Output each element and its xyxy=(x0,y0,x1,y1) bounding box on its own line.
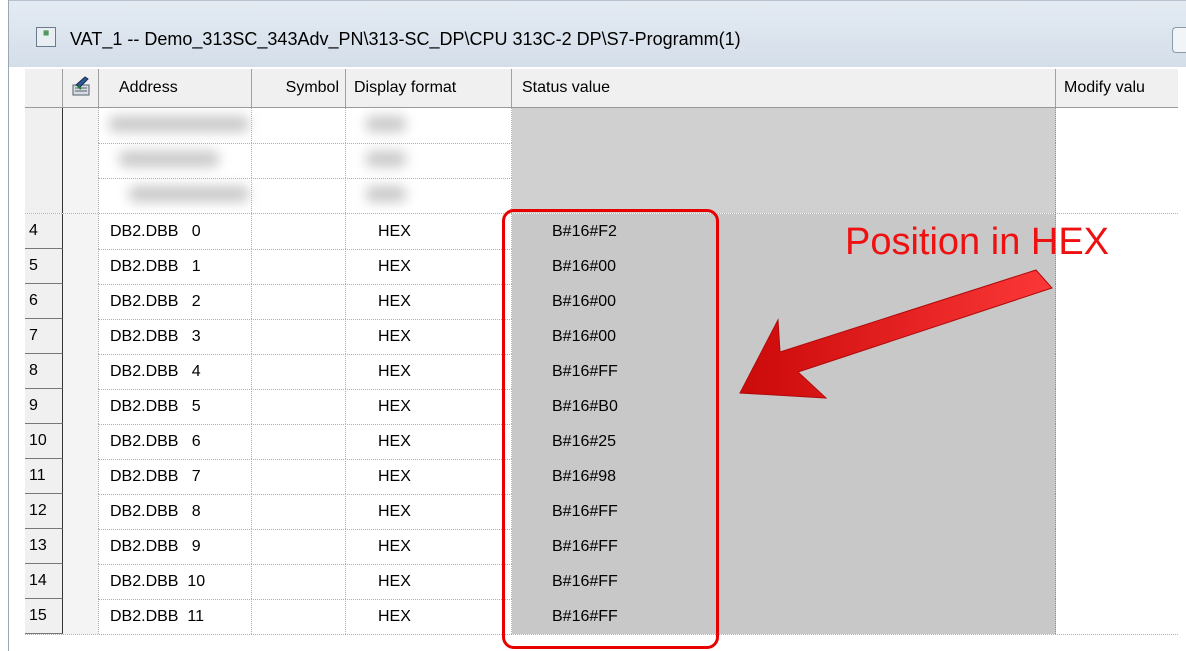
modify-value-cell[interactable] xyxy=(1056,319,1178,354)
modify-column-icon xyxy=(72,76,90,96)
display-format-cell[interactable]: HEX xyxy=(346,424,512,459)
modify-value-cell[interactable] xyxy=(1056,529,1178,564)
symbol-cell[interactable] xyxy=(252,459,346,494)
address-cell[interactable]: DB2.DBB 11 xyxy=(99,599,252,634)
row-modify-flag[interactable] xyxy=(63,564,99,599)
row-index[interactable]: 5 xyxy=(25,249,63,284)
symbol-cell[interactable] xyxy=(252,494,346,529)
symbol-cell[interactable] xyxy=(252,599,346,634)
address-cell[interactable]: DB2.DBB 6 xyxy=(99,424,252,459)
table-header: Address Symbol Display format Status val… xyxy=(25,69,1178,108)
address-cell[interactable]: DB2.DBB 4 xyxy=(99,354,252,389)
address-cell[interactable]: DB2.DBB 7 xyxy=(99,459,252,494)
modify-value-cell[interactable] xyxy=(1056,354,1178,389)
row-modify-flag[interactable] xyxy=(63,494,99,529)
annotation-label: Position in HEX xyxy=(845,221,1110,263)
symbol-cell[interactable] xyxy=(252,389,346,424)
row-modify-flag[interactable] xyxy=(63,354,99,389)
display-format-cell[interactable]: HEX xyxy=(346,389,512,424)
row-modify-flag[interactable] xyxy=(63,284,99,319)
symbol-cell[interactable] xyxy=(252,319,346,354)
table-row-blurred[interactable] xyxy=(25,108,1178,144)
row-modify-flag[interactable] xyxy=(63,599,99,634)
status-value-column-header[interactable]: Status value xyxy=(512,69,1056,107)
address-cell[interactable]: DB2.DBB 3 xyxy=(99,319,252,354)
address-column-header[interactable]: Address xyxy=(99,69,252,107)
row-index[interactable]: 10 xyxy=(25,424,63,459)
window-titlebar[interactable]: ▦ VAT_1 -- Demo_313SC_343Adv_PN\313-SC_D… xyxy=(9,0,1186,67)
address-cell[interactable]: DB2.DBB 5 xyxy=(99,389,252,424)
symbol-cell[interactable] xyxy=(252,354,346,389)
address-cell[interactable]: DB2.DBB 0 xyxy=(99,214,252,249)
row-index[interactable]: 15 xyxy=(25,599,63,634)
display-format-column-header[interactable]: Display format xyxy=(346,69,512,107)
modify-value-cell[interactable] xyxy=(1056,284,1178,319)
row-modify-flag[interactable] xyxy=(63,214,99,249)
modify-value-cell[interactable] xyxy=(1056,459,1178,494)
row-modify-flag[interactable] xyxy=(63,424,99,459)
row-modify-flag[interactable] xyxy=(63,389,99,424)
display-format-cell[interactable]: HEX xyxy=(346,354,512,389)
row-modify-flag[interactable] xyxy=(63,249,99,284)
modify-column-header[interactable] xyxy=(63,69,99,107)
row-index[interactable]: 12 xyxy=(25,494,63,529)
modify-value-cell[interactable] xyxy=(1056,599,1178,634)
row-index[interactable]: 13 xyxy=(25,529,63,564)
modify-value-cell[interactable] xyxy=(1056,389,1178,424)
modify-value-cell[interactable] xyxy=(1056,424,1178,459)
symbol-cell[interactable] xyxy=(252,529,346,564)
row-index[interactable]: 8 xyxy=(25,354,63,389)
vat-table-icon: ▦ xyxy=(36,27,56,47)
symbol-cell[interactable] xyxy=(252,284,346,319)
window-control-button[interactable] xyxy=(1172,27,1186,53)
row-index[interactable]: 11 xyxy=(25,459,63,494)
address-cell[interactable]: DB2.DBB 9 xyxy=(99,529,252,564)
display-format-cell[interactable]: HEX xyxy=(346,319,512,354)
display-format-cell[interactable]: HEX xyxy=(346,249,512,284)
address-cell[interactable]: DB2.DBB 1 xyxy=(99,249,252,284)
table-row-blurred[interactable] xyxy=(25,143,1178,179)
symbol-cell[interactable] xyxy=(252,564,346,599)
symbol-column-header[interactable]: Symbol xyxy=(252,69,346,107)
modify-value-column-header[interactable]: Modify valu xyxy=(1056,69,1178,107)
address-cell[interactable]: DB2.DBB 2 xyxy=(99,284,252,319)
symbol-cell[interactable] xyxy=(252,424,346,459)
row-index[interactable]: 7 xyxy=(25,319,63,354)
row-modify-flag[interactable] xyxy=(63,529,99,564)
row-modify-flag[interactable] xyxy=(63,459,99,494)
address-cell[interactable]: DB2.DBB 8 xyxy=(99,494,252,529)
display-format-cell[interactable]: HEX xyxy=(346,284,512,319)
modify-value-cell[interactable] xyxy=(1056,564,1178,599)
modify-value-cell[interactable] xyxy=(1056,494,1178,529)
symbol-cell[interactable] xyxy=(252,214,346,249)
address-cell[interactable]: DB2.DBB 10 xyxy=(99,564,252,599)
row-modify-flag[interactable] xyxy=(63,319,99,354)
display-format-cell[interactable]: HEX xyxy=(346,564,512,599)
row-index[interactable]: 14 xyxy=(25,564,63,599)
display-format-cell[interactable]: HEX xyxy=(346,494,512,529)
row-index[interactable]: 4 xyxy=(25,214,63,249)
display-format-cell[interactable]: HEX xyxy=(346,459,512,494)
display-format-cell[interactable]: HEX xyxy=(346,214,512,249)
row-index-header[interactable] xyxy=(25,69,63,107)
display-format-cell[interactable]: HEX xyxy=(346,599,512,634)
row-index[interactable]: 9 xyxy=(25,389,63,424)
symbol-cell[interactable] xyxy=(252,249,346,284)
row-index[interactable]: 6 xyxy=(25,284,63,319)
display-format-cell[interactable]: HEX xyxy=(346,529,512,564)
status-value-highlight-box xyxy=(502,209,719,649)
window-title: VAT_1 -- Demo_313SC_343Adv_PN\313-SC_DP\… xyxy=(70,29,741,49)
